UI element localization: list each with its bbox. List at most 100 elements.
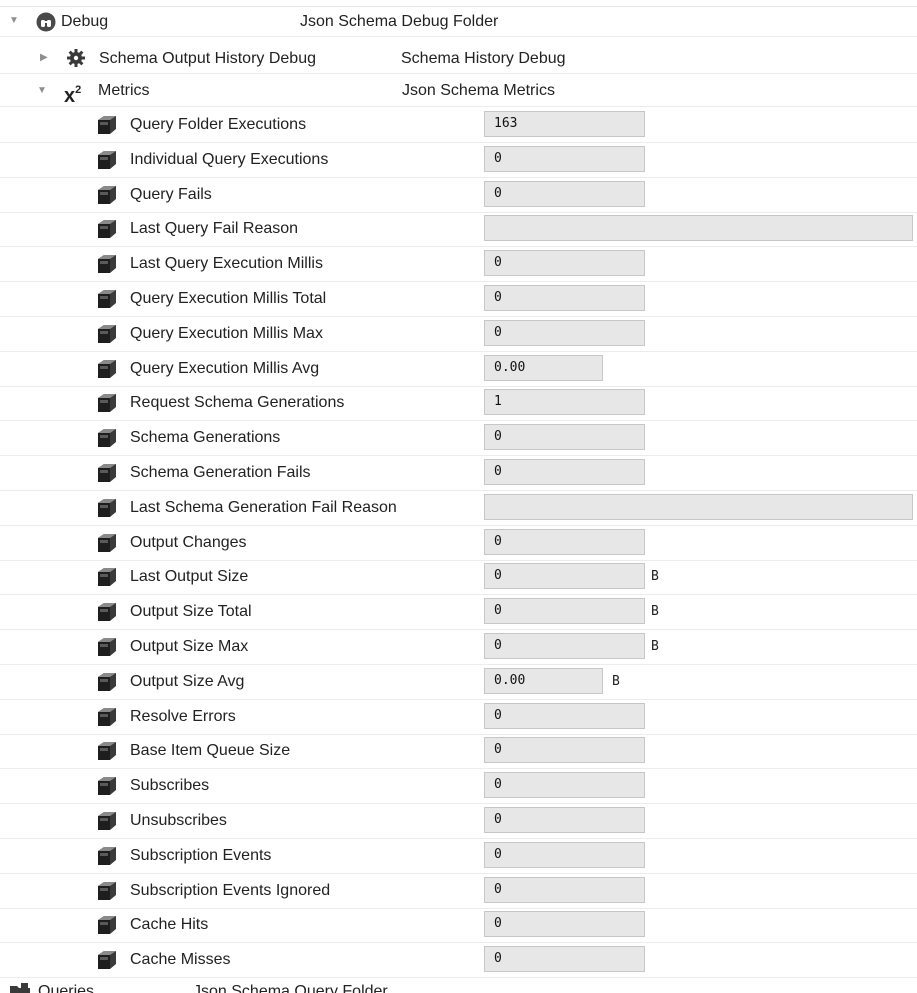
property-value-field[interactable]: 0 — [484, 877, 645, 903]
property-value-field[interactable]: 163 — [484, 111, 645, 137]
property-label: Query Folder Executions — [130, 116, 307, 133]
property-row[interactable]: Cache Hits 0 — [0, 908, 917, 943]
slot-cube-icon — [96, 811, 118, 836]
property-value-field[interactable]: 0 — [484, 146, 645, 172]
slot-cube-icon — [96, 567, 118, 592]
property-value-field[interactable]: 0 — [484, 424, 645, 450]
property-label: Unsubscribes — [130, 812, 227, 829]
property-value-field[interactable]: 0 — [484, 563, 645, 589]
property-value-field[interactable]: 0 — [484, 946, 645, 972]
property-value-field[interactable] — [484, 215, 913, 241]
property-row[interactable]: Query Fails 0 — [0, 178, 917, 213]
property-label: Cache Hits — [130, 916, 209, 933]
tree-node-debug[interactable]: ▼ Debug Json Schema Debug Folder — [0, 7, 917, 37]
property-value-field[interactable]: 0 — [484, 285, 645, 311]
slot-cube-icon — [96, 324, 118, 349]
property-value-field[interactable]: 0 — [484, 772, 645, 798]
property-row[interactable]: Last Query Execution Millis 0 — [0, 247, 917, 282]
property-value-field[interactable]: 0 — [484, 181, 645, 207]
debug-type: Json Schema Debug Folder — [300, 13, 499, 30]
slot-cube-icon — [96, 881, 118, 906]
tree-node-queries[interactable]: Queries Json Schema Query Folder — [0, 972, 917, 993]
property-value-field[interactable]: 0 — [484, 703, 645, 729]
slot-cube-icon — [96, 359, 118, 384]
property-row[interactable]: Output Size Avg 0.00 B — [0, 665, 917, 700]
folder-icon — [9, 982, 31, 993]
property-row[interactable]: Last Query Fail Reason — [0, 212, 917, 247]
property-row[interactable]: Output Changes 0 — [0, 526, 917, 561]
binoculars-icon — [36, 12, 56, 37]
property-row[interactable]: Query Execution Millis Max 0 — [0, 317, 917, 352]
slot-cube-icon — [96, 707, 118, 732]
history-label: Schema Output History Debug — [99, 50, 316, 67]
collapsed-triangle-icon[interactable]: ▶ — [40, 53, 48, 63]
property-row[interactable]: Subscription Events Ignored 0 — [0, 874, 917, 909]
property-label: Individual Query Executions — [130, 151, 329, 168]
property-label: Base Item Queue Size — [130, 742, 291, 759]
property-row[interactable]: Unsubscribes 0 — [0, 804, 917, 839]
metrics-label: Metrics — [98, 82, 150, 99]
property-label: Query Execution Millis Max — [130, 325, 323, 342]
unit-label: B — [651, 639, 659, 654]
property-row[interactable]: Last Output Size 0 B — [0, 560, 917, 595]
property-value-field[interactable]: 0 — [484, 320, 645, 346]
property-value-field[interactable]: 0 — [484, 633, 645, 659]
property-value-field[interactable]: 0 — [484, 842, 645, 868]
property-label: Query Fails — [130, 186, 212, 203]
property-row[interactable]: Subscription Events 0 — [0, 839, 917, 874]
property-value-field[interactable]: 0 — [484, 529, 645, 555]
expanded-triangle-icon[interactable]: ▼ — [37, 86, 47, 96]
tree-node-history[interactable]: ▶ Schema Output History Debug Schema His… — [0, 42, 917, 74]
slot-cube-icon — [96, 915, 118, 940]
property-value-field[interactable]: 0 — [484, 911, 645, 937]
history-type: Schema History Debug — [401, 50, 566, 67]
property-value-field[interactable]: 0 — [484, 807, 645, 833]
slot-cube-icon — [96, 602, 118, 627]
property-row[interactable]: Query Execution Millis Avg 0.00 — [0, 352, 917, 387]
expanded-triangle-icon[interactable]: ▼ — [9, 16, 19, 26]
property-label: Query Execution Millis Total — [130, 290, 327, 307]
x-squared-icon: x2 — [64, 84, 82, 107]
property-value-field[interactable]: 0.00 — [484, 668, 603, 694]
property-value-field[interactable]: 0 — [484, 598, 645, 624]
property-row[interactable]: Resolve Errors 0 — [0, 700, 917, 735]
property-row[interactable]: Query Folder Executions 163 — [0, 108, 917, 143]
property-label: Cache Misses — [130, 951, 231, 968]
property-row[interactable]: Subscribes 0 — [0, 769, 917, 804]
slot-cube-icon — [96, 498, 118, 523]
property-row[interactable]: Query Execution Millis Total 0 — [0, 282, 917, 317]
property-label: Last Output Size — [130, 568, 249, 585]
property-row[interactable]: Last Schema Generation Fail Reason — [0, 491, 917, 526]
slot-cube-icon — [96, 672, 118, 697]
slot-cube-icon — [96, 846, 118, 871]
slot-cube-icon — [96, 741, 118, 766]
property-row[interactable]: Schema Generation Fails 0 — [0, 456, 917, 491]
gear-icon — [66, 48, 86, 73]
slot-cube-icon — [96, 115, 118, 140]
unit-label: B — [651, 569, 659, 584]
property-value-field[interactable]: 0 — [484, 459, 645, 485]
property-label: Subscribes — [130, 777, 210, 794]
property-row[interactable]: Base Item Queue Size 0 — [0, 734, 917, 769]
debug-label: Debug — [61, 13, 109, 30]
property-value-field[interactable]: 0.00 — [484, 355, 603, 381]
tree-node-metrics[interactable]: ▼ x2 Metrics Json Schema Metrics — [0, 75, 917, 107]
property-value-field[interactable]: 0 — [484, 737, 645, 763]
slot-cube-icon — [96, 150, 118, 175]
property-row[interactable]: Schema Generations 0 — [0, 421, 917, 456]
unit-label: B — [612, 674, 620, 689]
slot-cube-icon — [96, 185, 118, 210]
property-label: Subscription Events Ignored — [130, 882, 331, 899]
property-row[interactable]: Request Schema Generations 1 — [0, 386, 917, 421]
property-row[interactable]: Individual Query Executions 0 — [0, 143, 917, 178]
property-label: Resolve Errors — [130, 708, 236, 725]
property-value-field[interactable] — [484, 494, 913, 520]
slot-cube-icon — [96, 428, 118, 453]
property-row[interactable]: Output Size Max 0 B — [0, 630, 917, 665]
property-value-field[interactable]: 1 — [484, 389, 645, 415]
slot-cube-icon — [96, 254, 118, 279]
metrics-type: Json Schema Metrics — [402, 82, 555, 99]
property-value-field[interactable]: 0 — [484, 250, 645, 276]
property-row[interactable]: Output Size Total 0 B — [0, 595, 917, 630]
property-label: Request Schema Generations — [130, 394, 345, 411]
